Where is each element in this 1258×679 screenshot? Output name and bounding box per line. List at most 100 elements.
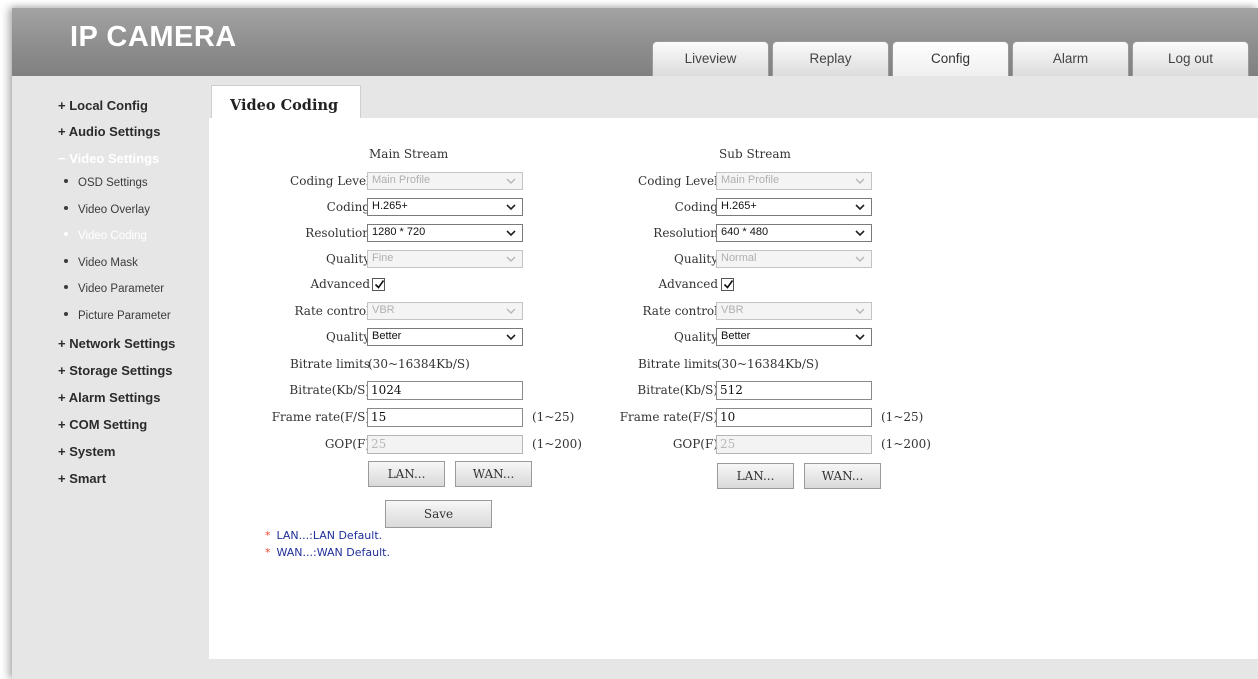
sub-resolution-select[interactable]: 640 * 480 [716,224,872,242]
chevron-down-icon [506,308,516,314]
bullet-icon [64,178,68,183]
bullet-icon [64,205,68,210]
sub-gop-input: 25 [716,435,872,454]
main-rate-control-label: Rate control [294,304,371,318]
main-coding-level-label: Coding Level [290,174,370,188]
sidebar-subitem-video-coding[interactable]: Video Coding [64,230,147,242]
main-frame-rate-range: (1~25) [532,410,575,424]
chevron-down-icon [855,334,865,341]
sub-gop-label: GOP(F) [672,437,718,451]
sidebar-subitem-osd-settings[interactable]: OSD Settings [64,177,148,189]
tab-log-out[interactable]: Log out [1132,41,1249,76]
chevron-down-icon [855,230,865,237]
tab-alarm[interactable]: Alarm [1012,41,1129,76]
main-bitrate-label: Bitrate(Kb/S) [289,383,370,397]
header-bar: IP CAMERA Liveview Replay Config Alarm L… [12,8,1258,76]
sidebar-subitem-video-overlay[interactable]: Video Overlay [64,204,150,216]
sub-resolution-label: Resolution [653,226,718,240]
sidebar-subitem-video-mask[interactable]: Video Mask [64,257,138,269]
chevron-down-icon [506,204,516,211]
main-gop-label: GOP(F) [324,437,370,451]
main-gop-range: (1~200) [532,437,582,451]
sidebar-subitem-video-parameter[interactable]: Video Parameter [64,283,164,295]
bullet-icon [64,311,68,316]
main-bitrate-input[interactable]: 1024 [367,381,523,400]
sub-rate-control-label: Rate control [642,304,719,318]
main-quality2-select[interactable]: Better [367,328,523,346]
main-coding-level-select: Main Profile [367,172,523,190]
chevron-down-icon [506,178,516,184]
sidebar: + Local Config + Audio Settings − Video … [12,76,208,679]
chevron-down-icon [506,334,516,341]
sidebar-subitem-picture-parameter[interactable]: Picture Parameter [64,310,171,322]
note-wan: * WAN...:WAN Default. [265,546,390,559]
sub-quality-select: Normal [716,250,872,268]
sub-advanced-label: Advanced [658,277,718,291]
main-gop-input: 25 [367,435,523,454]
chevron-down-icon [506,230,516,237]
sub-bitrate-limits-value: (30~16384Kb/S) [717,357,819,371]
main-resolution-select[interactable]: 1280 * 720 [367,224,523,242]
content-tab-video-coding[interactable]: Video Coding [211,85,361,119]
bullet-icon [64,258,68,263]
sub-gop-range: (1~200) [881,437,931,451]
video-coding-panel: Main Stream Coding Level Main Profile Co… [209,118,1258,659]
main-coding-label: Coding [326,200,370,214]
main-advanced-checkbox[interactable] [372,278,385,291]
bullet-icon [64,284,68,289]
sidebar-item-network-settings[interactable]: + Network Settings [58,336,175,351]
bullet-icon [64,231,68,236]
sidebar-item-local-config[interactable]: + Local Config [58,98,148,113]
sub-frame-rate-input[interactable]: 10 [716,408,872,427]
sidebar-item-audio-settings[interactable]: + Audio Settings [58,124,160,139]
main-bitrate-limits-label: Bitrate limits [290,357,370,371]
sub-quality2-select[interactable]: Better [716,328,872,346]
tab-liveview[interactable]: Liveview [652,41,769,76]
tab-config[interactable]: Config [892,41,1009,76]
sidebar-item-video-settings[interactable]: − Video Settings [58,151,159,166]
sub-advanced-checkbox[interactable] [721,278,734,291]
sub-coding-select[interactable]: H.265+ [716,198,872,216]
sub-coding-label: Coding [674,200,718,214]
sub-quality2-label: Quality [674,330,718,344]
sub-bitrate-label: Bitrate(Kb/S) [637,383,718,397]
asterisk-icon: * [265,546,271,559]
app-title: IP CAMERA [70,21,237,53]
main-frame-rate-input[interactable]: 15 [367,408,523,427]
main-lan-button[interactable]: LAN... [368,461,445,487]
save-button[interactable]: Save [385,500,492,528]
sub-frame-rate-range: (1~25) [881,410,924,424]
chevron-down-icon [855,256,865,262]
tab-replay[interactable]: Replay [772,41,889,76]
main-rate-control-select: VBR [367,302,523,320]
main-frame-rate-label: Frame rate(F/S) [271,410,370,424]
main-bitrate-limits-value: (30~16384Kb/S) [368,357,470,371]
sub-coding-level-label: Coding Level [638,174,718,188]
sub-bitrate-limits-label: Bitrate limits [638,357,718,371]
sidebar-item-storage-settings[interactable]: + Storage Settings [58,363,173,378]
sub-quality-label: Quality [674,252,718,266]
main-stream-heading: Main Stream [369,147,449,161]
sidebar-item-com-setting[interactable]: + COM Setting [58,417,147,432]
note-lan: * LAN...:LAN Default. [265,529,383,542]
sub-lan-button[interactable]: LAN... [717,463,794,489]
app-frame: IP CAMERA Liveview Replay Config Alarm L… [12,8,1258,679]
chevron-down-icon [855,308,865,314]
checkmark-icon [374,280,385,289]
sidebar-item-system[interactable]: + System [58,444,115,459]
sub-bitrate-input[interactable]: 512 [716,381,872,400]
sidebar-item-smart[interactable]: + Smart [58,471,106,486]
sub-rate-control-select: VBR [716,302,872,320]
main-coding-select[interactable]: H.265+ [367,198,523,216]
sub-coding-level-select: Main Profile [716,172,872,190]
sub-frame-rate-label: Frame rate(F/S) [619,410,718,424]
chevron-down-icon [855,178,865,184]
sub-stream-heading: Sub Stream [719,147,791,161]
sidebar-item-alarm-settings[interactable]: + Alarm Settings [58,390,160,405]
main-quality-select: Fine [367,250,523,268]
main-wan-button[interactable]: WAN... [455,461,532,487]
chevron-down-icon [506,256,516,262]
sub-wan-button[interactable]: WAN... [804,463,881,489]
main-quality2-label: Quality [326,330,370,344]
main-resolution-label: Resolution [305,226,370,240]
